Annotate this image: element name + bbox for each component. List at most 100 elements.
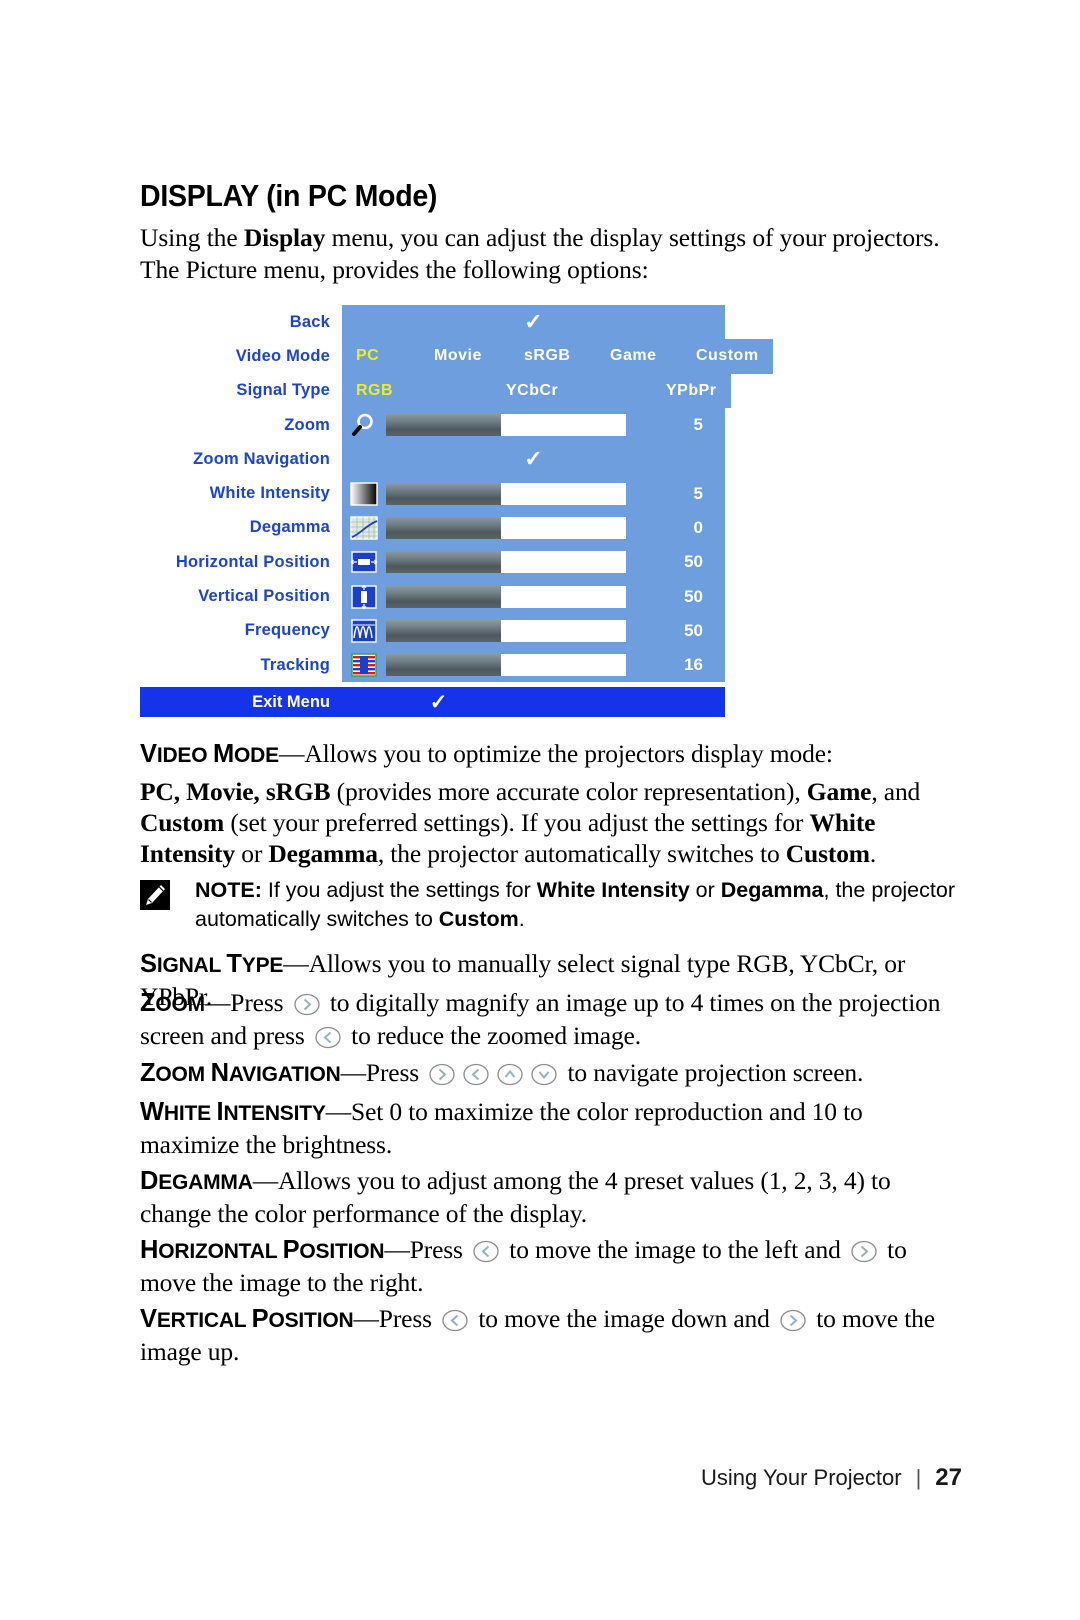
video-mode-option-game[interactable]: Game [610,347,696,365]
tracking-icon [342,648,386,682]
page-title: DISPLAY (in PC Mode) [140,178,438,213]
horizontal-position-value: 50 [684,552,703,572]
magnifier-icon-svg [352,413,373,437]
white-intensity-icon [342,476,386,510]
vertical-position-slider[interactable] [386,585,626,608]
up-arrow-key-icon[interactable] [495,1063,525,1086]
section-degamma-text: —Allows you to adjust among the 4 preset… [140,1166,891,1228]
section-horizontal-position-text-b: to move the image to the left and [503,1235,847,1264]
magnifier-icon [342,408,386,442]
osd-body-signal-type[interactable]: RGB YCbCr YPbPr [342,373,731,408]
section-vertical-position: VERTICAL POSITION—Press to move the imag… [140,1303,962,1367]
note-label: NOTE: [195,878,262,902]
osd-body-frequency[interactable]: 50 [342,613,725,648]
video-mode-body-j: , the projector automatically switches t… [377,839,786,868]
white-intensity-slider[interactable] [386,482,626,505]
tracking-slider[interactable] [386,654,626,677]
zoom-slider[interactable] [386,414,626,437]
term-degamma: DEGAMMA [140,1167,253,1195]
osd-row-video-mode[interactable]: Video Mode PC Movie sRGB Game Custom [140,339,773,374]
osd-body-vertical-position[interactable]: 50 [342,579,725,614]
video-mode-option-pc[interactable]: PC [356,347,434,365]
video-mode-option-custom[interactable]: Custom [696,347,759,365]
intro-text-line2: The Picture menu, provides the following… [140,255,649,284]
note-text-a: If you adjust the settings for [261,878,537,902]
osd-body-zoom[interactable]: 5 [342,407,725,443]
page-footer: Using Your Projector | 27 [0,1464,1080,1492]
osd-row-horizontal-position[interactable]: Horizontal Position 50 [140,545,725,580]
down-arrow-key-icon[interactable] [529,1063,559,1086]
video-mode-body-custom: Custom [140,808,225,837]
left-arrow-key-icon[interactable] [313,1026,343,1049]
osd-label-degamma: Degamma [140,510,342,546]
video-mode-body-l: . [869,839,877,868]
osd-body-white-intensity[interactable]: 5 [342,476,725,511]
vertical-position-icon [342,579,386,613]
signal-type-option-rgb[interactable]: RGB [356,382,506,400]
osd-row-white-intensity[interactable]: White Intensity 5 [140,476,725,511]
right-arrow-key-icon[interactable] [292,993,322,1016]
video-mode-list: PC, Movie, sRGB [140,777,331,806]
section-zoom-text-a: —Press [204,988,290,1017]
osd-body-tracking[interactable]: 16 [342,647,725,683]
osd-body-video-mode[interactable]: PC Movie sRGB Game Custom [342,339,773,374]
left-arrow-key-icon[interactable] [471,1240,501,1263]
osd-row-zoom[interactable]: Zoom 5 [140,407,725,443]
note-icon-svg [140,880,170,910]
right-arrow-key-icon[interactable] [778,1309,808,1332]
section-degamma: DEGAMMA—Allows you to adjust among the 4… [140,1165,962,1229]
osd-row-signal-type[interactable]: Signal Type RGB YCbCr YPbPr [140,373,731,408]
osd-label-signal-type: Signal Type [140,373,342,408]
osd-label-tracking: Tracking [140,647,342,683]
osd-row-vertical-position[interactable]: Vertical Position 50 [140,579,725,614]
degamma-icon-svg [350,516,378,540]
section-zoom-navigation: ZOOM NAVIGATION—Press to navigate projec… [140,1057,962,1090]
osd-exit-menu-row[interactable]: Exit Menu ✓ [140,687,725,717]
signal-type-option-ycbcr[interactable]: YCbCr [506,382,666,400]
osd-row-zoom-navigation[interactable]: Zoom Navigation ✓ [140,442,725,477]
degamma-slider[interactable] [386,516,626,539]
term-zoom: ZOOM [140,989,205,1017]
osd-body-horizontal-position[interactable]: 50 [342,545,725,580]
video-mode-body-custom2: Custom [785,839,870,868]
osd-body-back[interactable]: ✓ [342,305,725,340]
right-arrow-key-icon[interactable] [849,1240,879,1263]
note-text: NOTE: If you adjust the settings for Whi… [195,876,962,934]
section-zoom: ZOOM—Press to digitally magnify an image… [140,987,962,1051]
white-intensity-icon-svg [350,481,378,506]
term-signal-type: SIGNAL TYPE [140,950,284,978]
osd-row-frequency[interactable]: Frequency 50 [140,613,725,648]
right-arrow-key-icon[interactable] [427,1063,457,1086]
osd-menu: Back ✓ Video Mode PC Movie sRGB Game Cus… [140,305,773,717]
osd-row-back[interactable]: Back ✓ [140,305,725,340]
note-custom: Custom [438,907,519,931]
footer-label: Using Your Projector [701,1465,902,1490]
video-mode-option-movie[interactable]: Movie [434,347,524,365]
osd-body-zoom-navigation[interactable]: ✓ [342,442,725,477]
frequency-icon-svg [351,619,377,643]
osd-row-degamma[interactable]: Degamma 0 [140,510,725,546]
signal-type-options[interactable]: RGB YCbCr YPbPr [342,382,731,400]
osd-label-white-intensity: White Intensity [140,476,342,511]
note-box: NOTE: If you adjust the settings for Whi… [140,876,962,934]
section-horizontal-position: HORIZONTAL POSITION—Press to move the im… [140,1234,962,1298]
frequency-slider[interactable] [386,619,626,642]
section-zoom-text-c: to reduce the zoomed image. [344,1021,641,1050]
osd-row-tracking[interactable]: Tracking 16 [140,647,725,683]
degamma-icon [342,511,386,545]
video-mode-options[interactable]: PC Movie sRGB Game Custom [342,347,773,365]
tracking-value: 16 [684,655,703,675]
intro-paragraph: Using the Display menu, you can adjust t… [140,222,940,286]
note-white-intensity: White Intensity [536,878,690,902]
section-vertical-position-text-a: —Press [353,1304,439,1333]
section-vertical-position-text-b: to move the image down and [472,1304,776,1333]
video-mode-body-degamma: Degamma [268,839,378,868]
osd-body-degamma[interactable]: 0 [342,510,725,546]
left-arrow-key-icon[interactable] [461,1063,491,1086]
signal-type-option-ypbpr[interactable]: YPbPr [666,382,717,400]
horizontal-position-slider[interactable] [386,551,626,574]
osd-rows: Back ✓ Video Mode PC Movie sRGB Game Cus… [140,305,773,687]
video-mode-option-srgb[interactable]: sRGB [524,347,610,365]
section-zoom-navigation-text-a: —Press [340,1058,426,1087]
left-arrow-key-icon[interactable] [440,1309,470,1332]
